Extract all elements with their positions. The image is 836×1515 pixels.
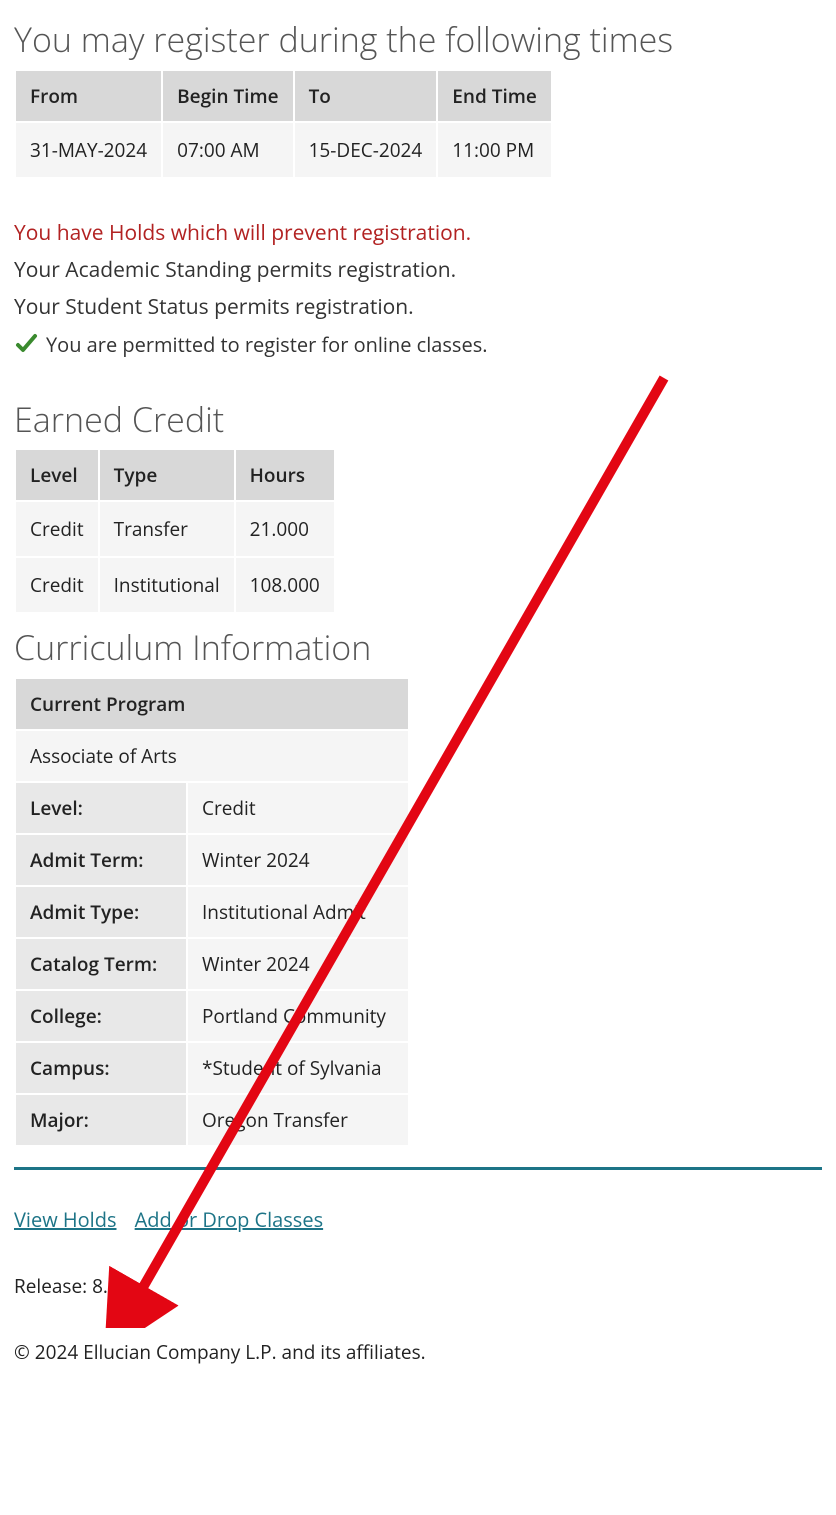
cell-type: Institutional — [100, 558, 234, 612]
col-to: To — [295, 71, 437, 121]
field-label: Campus: — [16, 1043, 186, 1093]
holds-warning: You have Holds which will prevent regist… — [14, 219, 822, 248]
field-label: Major: — [16, 1095, 186, 1145]
table-row: Major: Oregon Transfer — [16, 1095, 408, 1145]
table-row: Credit Institutional 108.000 — [16, 558, 334, 612]
field-value: Portland Community — [188, 991, 408, 1041]
cell-type: Transfer — [100, 502, 234, 556]
field-value: Oregon Transfer — [188, 1095, 408, 1145]
cell-hours: 21.000 — [236, 502, 334, 556]
table-header-row: Level Type Hours — [16, 450, 334, 500]
add-drop-classes-link[interactable]: Add or Drop Classes — [135, 1206, 323, 1233]
cell-from: 31-MAY-2024 — [16, 123, 161, 177]
view-holds-link[interactable]: View Holds — [14, 1206, 117, 1233]
copyright-text: © 2024 Ellucian Company L.P. and its aff… — [14, 1339, 822, 1365]
field-value: *Student of Sylvania — [188, 1043, 408, 1093]
section-divider — [14, 1167, 822, 1170]
table-row: Admit Term: Winter 2024 — [16, 835, 408, 885]
col-from: From — [16, 71, 161, 121]
current-program-header: Current Program — [16, 679, 408, 729]
table-row: Catalog Term: Winter 2024 — [16, 939, 408, 989]
table-row: Associate of Arts — [16, 731, 408, 781]
online-permit-text: You are permitted to register for online… — [46, 331, 487, 358]
online-permit-line: You are permitted to register for online… — [14, 331, 822, 358]
curriculum-table: Current Program Associate of Arts Level:… — [14, 677, 410, 1147]
field-label: Level: — [16, 783, 186, 833]
registration-times-heading: You may register during the following ti… — [14, 18, 822, 61]
cell-level: Credit — [16, 502, 98, 556]
field-label: College: — [16, 991, 186, 1041]
field-value: Credit — [188, 783, 408, 833]
field-label: Admit Term: — [16, 835, 186, 885]
table-row: 31-MAY-2024 07:00 AM 15-DEC-2024 11:00 P… — [16, 123, 551, 177]
release-version: Release: 8.7.1 — [14, 1273, 822, 1299]
action-links: View Holds Add or Drop Classes — [14, 1206, 822, 1233]
field-label: Admit Type: — [16, 887, 186, 937]
table-row: Credit Transfer 21.000 — [16, 502, 334, 556]
table-row: Level: Credit — [16, 783, 408, 833]
col-begin-time: Begin Time — [163, 71, 292, 121]
cell-end-time: 11:00 PM — [438, 123, 551, 177]
program-name: Associate of Arts — [16, 731, 408, 781]
field-label: Catalog Term: — [16, 939, 186, 989]
cell-begin-time: 07:00 AM — [163, 123, 292, 177]
registration-times-table: From Begin Time To End Time 31-MAY-2024 … — [14, 69, 553, 179]
academic-standing-status: Your Academic Standing permits registrat… — [14, 256, 822, 285]
earned-credit-heading: Earned Credit — [14, 398, 822, 441]
cell-level: Credit — [16, 558, 98, 612]
earned-credit-table: Level Type Hours Credit Transfer 21.000 … — [14, 448, 336, 614]
table-row: Current Program — [16, 679, 408, 729]
col-hours: Hours — [236, 450, 334, 500]
col-type: Type — [100, 450, 234, 500]
table-header-row: From Begin Time To End Time — [16, 71, 551, 121]
table-row: College: Portland Community — [16, 991, 408, 1041]
status-messages: You have Holds which will prevent regist… — [14, 219, 822, 358]
cell-hours: 108.000 — [236, 558, 334, 612]
student-status: Your Student Status permits registration… — [14, 293, 822, 322]
col-end-time: End Time — [438, 71, 551, 121]
col-level: Level — [16, 450, 98, 500]
curriculum-heading: Curriculum Information — [14, 626, 822, 669]
checkmark-icon — [14, 332, 38, 356]
table-row: Campus: *Student of Sylvania — [16, 1043, 408, 1093]
field-value: Institutional Admit — [188, 887, 408, 937]
table-row: Admit Type: Institutional Admit — [16, 887, 408, 937]
field-value: Winter 2024 — [188, 835, 408, 885]
field-value: Winter 2024 — [188, 939, 408, 989]
cell-to: 15-DEC-2024 — [295, 123, 437, 177]
